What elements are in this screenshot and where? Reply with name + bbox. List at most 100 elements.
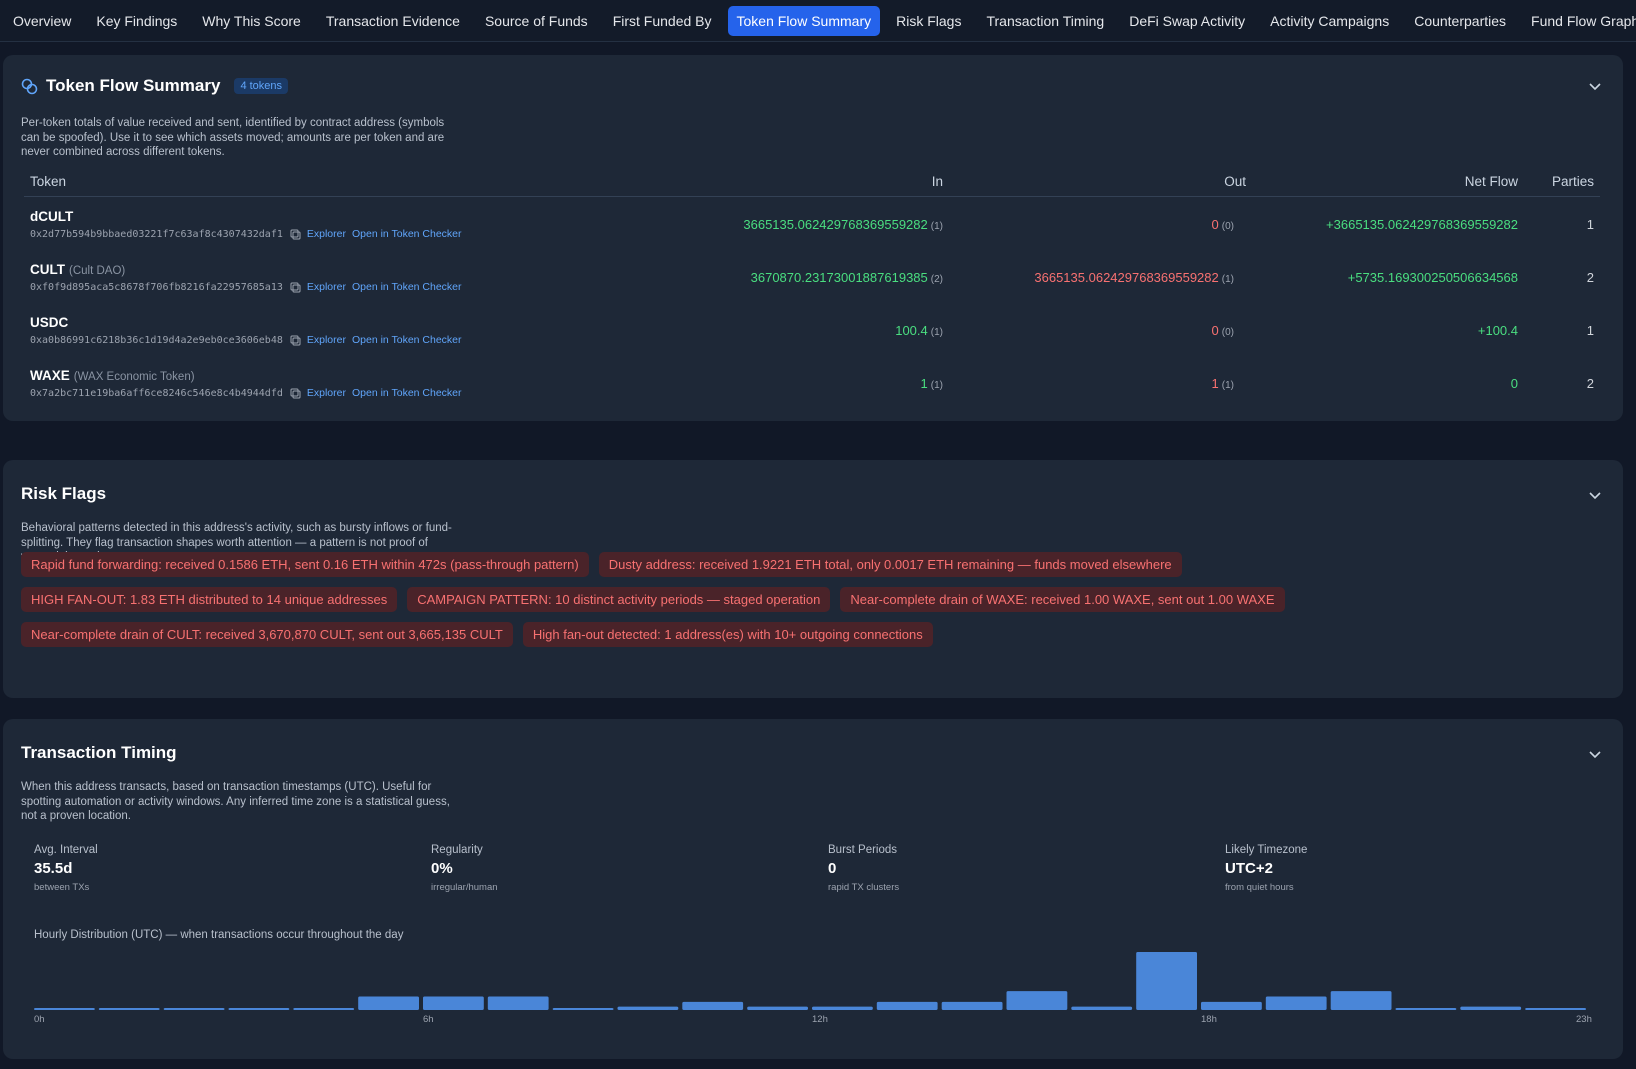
tab-first-funded-by[interactable]: First Funded By bbox=[604, 6, 721, 36]
chevron-down-icon[interactable] bbox=[1588, 488, 1602, 502]
token-out-amount: 1 bbox=[1211, 376, 1219, 391]
hour-bar-7[interactable] bbox=[487, 996, 549, 1011]
copy-icon[interactable] bbox=[290, 388, 301, 399]
hour-bar-13[interactable] bbox=[876, 1001, 938, 1010]
col-net-flow: Net Flow bbox=[1464, 174, 1518, 189]
hour-bar-4[interactable] bbox=[293, 1008, 355, 1010]
risk-flag-badge: Near-complete drain of CULT: received 3,… bbox=[21, 622, 513, 647]
hour-bar-15[interactable] bbox=[1006, 991, 1068, 1010]
token-symbol-text: dCULT bbox=[30, 209, 74, 224]
token-parties: 1 bbox=[1586, 323, 1594, 338]
token-out-amount: 0 bbox=[1211, 217, 1219, 232]
risk-flag-row: HIGH FAN-OUT: 1.83 ETH distributed to 14… bbox=[21, 587, 1521, 612]
hour-bar-22[interactable] bbox=[1460, 1006, 1522, 1010]
col-parties: Parties bbox=[1551, 174, 1594, 189]
hour-bar-8[interactable] bbox=[552, 1008, 614, 1010]
tab-source-of-funds[interactable]: Source of Funds bbox=[476, 6, 597, 36]
token-checker-link[interactable]: Open in Token Checker bbox=[352, 281, 462, 293]
hour-bar-11[interactable] bbox=[747, 1006, 808, 1010]
col-token: Token bbox=[30, 174, 67, 189]
hour-bar-9[interactable] bbox=[617, 1006, 679, 1010]
tab-risk-flags[interactable]: Risk Flags bbox=[887, 6, 970, 36]
token-flow-title: Token Flow Summary bbox=[46, 76, 221, 95]
tab-activity-campaigns[interactable]: Activity Campaigns bbox=[1261, 6, 1398, 36]
risk-flag-badge: Near-complete drain of WAXE: received 1.… bbox=[840, 587, 1285, 612]
stat-sub: between TXs bbox=[34, 882, 90, 893]
tab-fund-flow-graph[interactable]: Fund Flow Graph bbox=[1522, 6, 1636, 36]
stat-avg-interval: Avg. Interval 35.5d between TXs bbox=[34, 844, 334, 893]
token-net-flow: +5735.16930025050663456‌8 bbox=[1347, 270, 1518, 285]
token-out-amount: 3665135.062429768369559282 bbox=[1034, 270, 1219, 285]
token-coins-icon bbox=[21, 78, 38, 94]
token-address-row: 0x7a2bc711e19ba6aff6ce8246c546e8c4b4944d… bbox=[30, 387, 462, 399]
hour-bar-2[interactable] bbox=[163, 1008, 225, 1010]
token-symbol-text: USDC bbox=[30, 315, 69, 330]
hour-bar-0[interactable] bbox=[34, 1008, 95, 1010]
hour-bar-21[interactable] bbox=[1395, 1008, 1457, 1010]
token-in-count: (2) bbox=[930, 274, 943, 285]
risk-flag-list: Rapid fund forwarding: received 0.1586 E… bbox=[21, 552, 1521, 657]
hour-bar-14[interactable] bbox=[941, 1001, 1003, 1010]
tab-defi-swap-activity[interactable]: DeFi Swap Activity bbox=[1120, 6, 1254, 36]
token-name: (WAX Economic Token) bbox=[73, 371, 195, 383]
token-count-badge: 4 tokens bbox=[234, 78, 289, 94]
token-parties: 2 bbox=[1586, 376, 1594, 391]
timing-header: Transaction Timing bbox=[21, 743, 177, 763]
hour-bar-10[interactable] bbox=[682, 1001, 744, 1010]
hour-bar-1[interactable] bbox=[98, 1008, 160, 1010]
hour-tick-label: 6h bbox=[423, 1014, 434, 1025]
hour-bar-5[interactable] bbox=[358, 996, 419, 1011]
hour-bar-6[interactable] bbox=[423, 996, 484, 1011]
token-checker-link[interactable]: Open in Token Checker bbox=[352, 334, 462, 346]
explorer-link[interactable]: Explorer bbox=[307, 387, 346, 399]
token-contract-address: 0x7a2bc711e19ba6aff6ce8246c546e8c4b4944d… bbox=[30, 387, 283, 399]
tab-token-flow-summary[interactable]: Token Flow Summary bbox=[727, 5, 881, 36]
section-tab-bar: Overview Key Findings Why This Score Transa… bbox=[0, 0, 1636, 42]
token-in-amount: 3665135.062429768369559282 bbox=[743, 217, 928, 232]
tab-overview[interactable]: Overview bbox=[4, 6, 80, 36]
stat-label: Avg. Interval bbox=[34, 844, 98, 856]
stat-sub: rapid TX clusters bbox=[828, 882, 900, 893]
token-row: USDC 0xa0b86991c6218b36c1d19d4a2e9eb0ce36… bbox=[24, 303, 1600, 356]
stat-likely-timezone: Likely Timezone UTC+2 from quiet hours bbox=[1225, 844, 1525, 893]
explorer-link[interactable]: Explorer bbox=[307, 281, 346, 293]
hour-bar-17[interactable] bbox=[1136, 952, 1197, 1010]
token-address-row: 0xf0f9d895aca5c8678f706fb8216fa22957685a… bbox=[30, 281, 462, 293]
stat-value: 35.5d bbox=[34, 860, 73, 877]
chevron-down-icon[interactable] bbox=[1588, 747, 1602, 761]
token-symbol: WAXE (WAX Economic Token) bbox=[30, 368, 195, 383]
tab-transaction-timing[interactable]: Transaction Timing bbox=[977, 6, 1113, 36]
token-out-cell: 0 (0) bbox=[1212, 217, 1234, 232]
token-row: WAXE (WAX Economic Token) 0x7a2bc711e19ba6… bbox=[24, 356, 1600, 409]
stat-label: Likely Timezone bbox=[1225, 844, 1308, 856]
token-in-cell: 100.4 (1) bbox=[895, 323, 943, 338]
token-checker-link[interactable]: Open in Token Checker bbox=[352, 387, 462, 399]
copy-icon[interactable] bbox=[290, 335, 301, 346]
token-out-cell: 0 (0) bbox=[1212, 323, 1234, 338]
token-symbol: dCULT bbox=[30, 209, 77, 224]
hour-bar-3[interactable] bbox=[228, 1008, 290, 1010]
hour-bar-20[interactable] bbox=[1330, 991, 1392, 1010]
token-contract-address: 0xf0f9d895aca5c8678f706fb8216fa22957685a… bbox=[30, 281, 283, 293]
tab-why-this-score[interactable]: Why This Score bbox=[193, 6, 310, 36]
tab-key-findings[interactable]: Key Findings bbox=[87, 6, 186, 36]
token-checker-link[interactable]: Open in Token Checker bbox=[352, 228, 462, 240]
tab-counterparties[interactable]: Counterparties bbox=[1405, 6, 1515, 36]
explorer-link[interactable]: Explorer bbox=[307, 334, 346, 346]
hour-bar-19[interactable] bbox=[1265, 996, 1327, 1011]
hour-bar-18[interactable] bbox=[1201, 1001, 1262, 1010]
copy-icon[interactable] bbox=[290, 229, 301, 240]
chevron-down-icon[interactable] bbox=[1588, 79, 1602, 93]
stat-value: 0 bbox=[828, 860, 837, 877]
copy-icon[interactable] bbox=[290, 282, 301, 293]
timing-title: Transaction Timing bbox=[21, 743, 177, 762]
token-address-row: 0x2d77b594b9bbaed03221f7c63af8c4307432da… bbox=[30, 228, 462, 240]
hour-bar-16[interactable] bbox=[1071, 1006, 1133, 1010]
hour-bar-23[interactable] bbox=[1525, 1008, 1586, 1010]
token-flow-table: Token In Out Net Flow Parties dCULT 0x2d7… bbox=[24, 170, 1600, 409]
explorer-link[interactable]: Explorer bbox=[307, 228, 346, 240]
token-out-count: (1) bbox=[1221, 274, 1234, 285]
risk-flag-badge: HIGH FAN-OUT: 1.83 ETH distributed to 14… bbox=[21, 587, 398, 612]
tab-transaction-evidence[interactable]: Transaction Evidence bbox=[317, 6, 469, 36]
hour-bar-12[interactable] bbox=[812, 1006, 873, 1010]
